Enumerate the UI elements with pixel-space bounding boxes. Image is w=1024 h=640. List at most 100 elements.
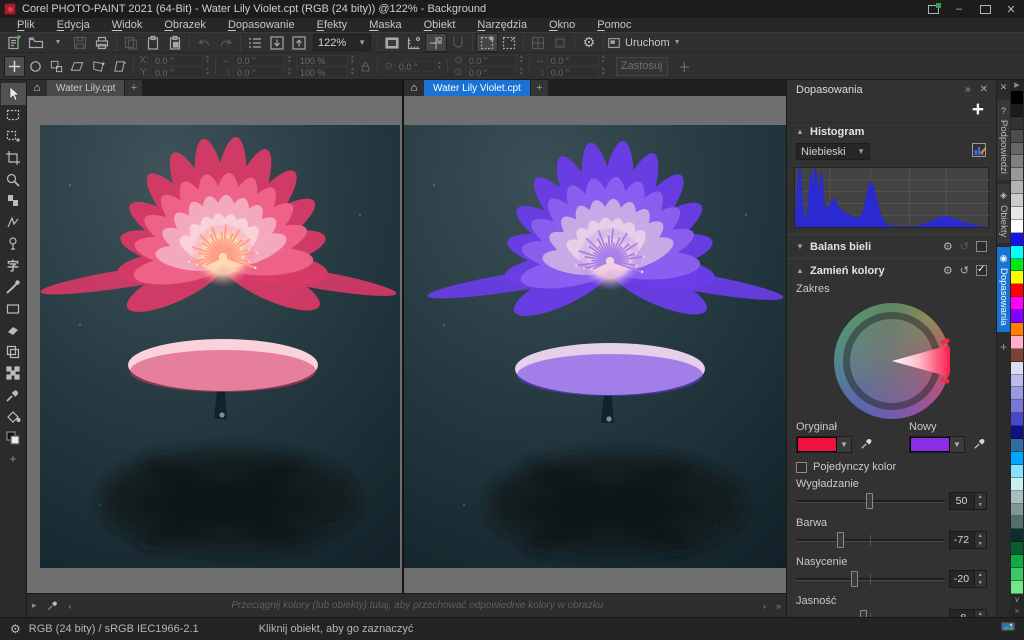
docker-close-icon[interactable]: ✕ [980, 84, 988, 95]
docker-strip-close-icon[interactable]: ✕ [1000, 82, 1008, 96]
full-screen-preview-icon[interactable] [381, 33, 403, 52]
slider-2-value[interactable]: -20 [949, 570, 975, 588]
white-balance-options-icon[interactable]: ⚙ [943, 240, 953, 253]
slider-1-track[interactable] [796, 529, 945, 551]
palette-swatch[interactable] [1011, 452, 1023, 465]
menu-maska[interactable]: Maska [358, 18, 412, 32]
fill-tool[interactable] [1, 406, 26, 428]
palette-swatch[interactable] [1011, 259, 1023, 272]
new-color-swatch[interactable] [910, 437, 950, 452]
photo-violet-water-lily[interactable] [404, 125, 786, 568]
palette-top-flyout-icon[interactable]: ▶ [1011, 81, 1023, 91]
histogram-edit-icon[interactable] [971, 142, 987, 161]
lock-ratio-icon[interactable] [359, 60, 372, 73]
slider-2-spinner[interactable]: ▲▼ [975, 570, 988, 588]
mask-transform-tool[interactable] [1, 126, 26, 148]
palette-scroll-left-icon[interactable]: ‹ [64, 601, 77, 611]
angle-field[interactable]: 0.0 ° [395, 61, 435, 72]
menu-obrazek[interactable]: Obrazek [153, 18, 217, 32]
distort-mode-icon[interactable] [88, 56, 109, 77]
palette-expand-icon[interactable]: » [1011, 605, 1023, 616]
menu-dopasowanie[interactable]: Dopasowanie [217, 18, 306, 32]
add-control-icon[interactable]: ＋ [678, 57, 691, 76]
rulers-icon[interactable] [403, 33, 425, 52]
histogram-channel-select[interactable]: Niebieski▼ [796, 143, 870, 160]
white-balance-reset-icon[interactable]: ↺ [960, 240, 969, 253]
palette-swatch[interactable] [1011, 207, 1023, 220]
palette-swatch[interactable] [1011, 413, 1023, 426]
skew-x-field[interactable]: 0.0 " [465, 55, 517, 66]
palette-swatch[interactable] [1011, 297, 1023, 310]
palette-flyout-icon[interactable]: ▸ [27, 600, 42, 611]
replace-colors-options-icon[interactable]: ⚙ [943, 264, 953, 277]
original-color-picker[interactable]: ▼ [796, 436, 852, 453]
palette-swatch[interactable] [1011, 542, 1023, 555]
slider-0-value[interactable]: 50 [949, 492, 975, 510]
palette-swatch[interactable] [1011, 529, 1023, 542]
new-document-tab-icon[interactable]: + [531, 80, 548, 96]
palette-swatch[interactable] [1011, 491, 1023, 504]
photo-pink-water-lily[interactable] [40, 125, 400, 568]
palette-swatch[interactable] [1011, 220, 1023, 233]
slider-1-spinner[interactable]: ▲▼ [975, 531, 988, 549]
palette-swatch[interactable] [1011, 130, 1023, 143]
red-eye-removal-tool[interactable] [1, 234, 26, 256]
original-color-swatch[interactable] [797, 437, 837, 452]
persp-x-field[interactable]: 0.0 " [547, 55, 599, 66]
close-button[interactable]: ✕ [998, 0, 1024, 18]
docker-add-icon[interactable]: + [1000, 340, 1007, 354]
palette-swatch[interactable] [1011, 284, 1023, 297]
apply-button[interactable]: Zastosuj [616, 57, 668, 76]
canvas-right[interactable] [404, 96, 786, 593]
document-tab-active[interactable]: Water Lily Violet.cpt [424, 80, 530, 96]
palette-swatch[interactable] [1011, 168, 1023, 181]
paste-special-icon[interactable] [164, 33, 186, 52]
window-thumbnail-icon[interactable] [920, 0, 946, 18]
slider-2-handle[interactable] [851, 571, 858, 587]
restore-button[interactable] [972, 0, 998, 18]
document-tab[interactable]: Water Lily.cpt [47, 80, 124, 96]
menu-obiekt[interactable]: Obiekt [413, 18, 467, 32]
object-transparency-tool[interactable] [1, 341, 26, 363]
pos-y-field[interactable]: 0.0 " [151, 67, 203, 78]
scale-mode-icon[interactable] [46, 56, 67, 77]
persp-y-field[interactable]: 0.0 " [547, 67, 599, 78]
eraser-tool[interactable] [1, 320, 26, 342]
white-balance-section-header[interactable]: ▼Balans bieli ⚙ ↺ [787, 238, 996, 255]
eyedropper-tool[interactable] [1, 384, 26, 406]
scale-h-field[interactable]: 100 % [296, 67, 348, 78]
slider-0-handle[interactable] [866, 493, 873, 509]
zoom-tool[interactable] [1, 169, 26, 191]
home-tab-icon[interactable]: ⌂ [27, 80, 47, 96]
palette-swatch[interactable] [1011, 349, 1023, 362]
palette-swatch[interactable] [1011, 387, 1023, 400]
replace-colors-section-header[interactable]: ▲Zamień kolory ⚙ ↺ [787, 262, 996, 279]
perspective-mode-icon[interactable] [109, 56, 130, 77]
palette-swatch[interactable] [1011, 400, 1023, 413]
clone-tool[interactable] [1, 191, 26, 213]
rotate-mode-icon[interactable] [25, 56, 46, 77]
open-icon[interactable] [25, 33, 47, 52]
palette-swatch[interactable] [1011, 323, 1023, 336]
menu-okno[interactable]: Okno [538, 18, 586, 32]
palette-swatch[interactable] [1011, 465, 1023, 478]
palette-swatch[interactable] [1011, 143, 1023, 156]
scale-w-field[interactable]: 100 % [296, 55, 348, 66]
palette-swatch[interactable] [1011, 310, 1023, 323]
pick-tool[interactable] [1, 83, 26, 105]
skew-mode-icon[interactable] [67, 56, 88, 77]
palette-swatch[interactable] [1011, 246, 1023, 259]
palette-swatch[interactable] [1011, 555, 1023, 568]
palette-swatch[interactable] [1011, 439, 1023, 452]
histogram-section-header[interactable]: ▲Histogram [787, 123, 996, 140]
menu-edycja[interactable]: Edycja [46, 18, 101, 32]
options-gear-icon[interactable]: ⚙ [578, 33, 600, 52]
white-balance-checkbox[interactable] [976, 241, 987, 252]
docker-collapse-icon[interactable]: » [965, 84, 971, 95]
proof-colors-icon[interactable] [1000, 621, 1016, 637]
slider-1-value[interactable]: -72 [949, 531, 975, 549]
palette-scroll-right-icon[interactable]: › [758, 601, 771, 611]
palette-swatch[interactable] [1011, 117, 1023, 130]
menu-narzędzia[interactable]: Narzędzia [466, 18, 538, 32]
import-icon[interactable] [266, 33, 288, 52]
